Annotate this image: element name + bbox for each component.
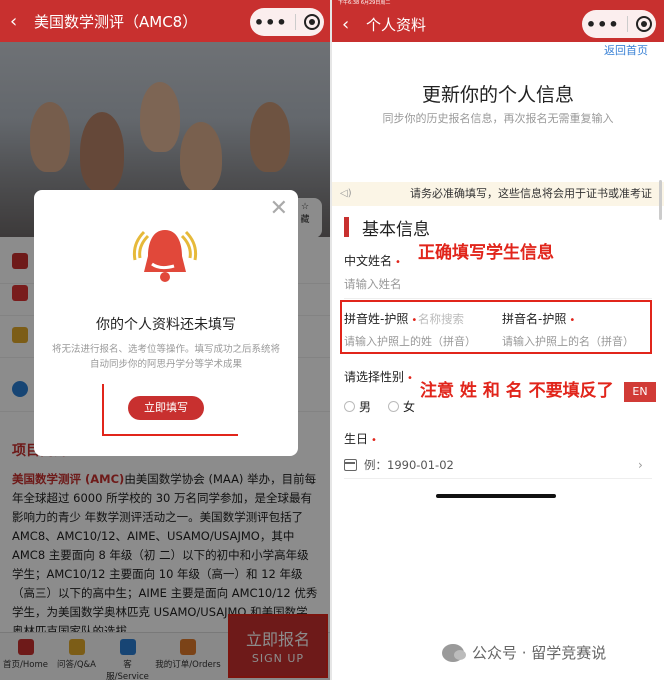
- right-page-title: 个人资料: [366, 15, 427, 34]
- required-mark: •: [371, 435, 377, 446]
- profile-subheading: 同步你的历史报名信息，再次报名无需重复输入: [382, 112, 614, 125]
- chinese-name-label: 中文姓名 •: [344, 252, 401, 269]
- close-icon[interactable]: ✕: [270, 196, 288, 221]
- scrollbar[interactable]: [659, 180, 662, 220]
- required-mark: •: [395, 257, 401, 268]
- birthday-input[interactable]: 例：1990-01-02: [364, 457, 454, 473]
- section-accent-bar: [344, 217, 349, 237]
- modal-heading: 你的个人资料还未填写: [96, 317, 236, 333]
- notice-text: 请务必准确填写，这些信息将会用于证书或准考证: [410, 187, 652, 200]
- chevron-right-icon: ›: [638, 458, 643, 472]
- pinyin-surname-label: 拼音姓-护照 •: [344, 310, 417, 327]
- capsule-divider: [627, 16, 629, 32]
- right-nav-bar: ‹ 个人资料 •••: [332, 6, 664, 42]
- notice-banner: ◁) 请务必准确填写，这些信息将会用于证书或准考证: [332, 182, 664, 206]
- wechat-icon: [442, 643, 466, 662]
- profile-heading: 更新你的个人信息: [421, 84, 574, 106]
- speaker-icon: ◁): [340, 188, 352, 199]
- annotation-bracket: [102, 384, 238, 436]
- calendar-icon: [344, 459, 357, 471]
- watermark: 公众号 · 留学竞赛说: [442, 642, 606, 663]
- back-arrow-icon[interactable]: ‹: [342, 14, 360, 35]
- pinyin-surname-input[interactable]: 请输入护照上的姓（拼音）: [344, 333, 476, 349]
- close-miniprogram-icon[interactable]: [636, 16, 653, 32]
- back-arrow-icon[interactable]: ‹: [10, 11, 28, 32]
- annotation-name-order: 注意 姓 和 名 不要填反了: [420, 381, 614, 401]
- more-dots-icon[interactable]: •••: [586, 15, 620, 34]
- gender-label: 请选择性别 •: [344, 368, 413, 385]
- modal-description: 将无法进行报名、选考位等操作。填写成功之后系统将自动同步你的阿思丹学分等学术成果: [51, 344, 280, 370]
- capsule-divider: [295, 14, 297, 30]
- pinyin-surname-label-text: 拼音姓-护照: [344, 312, 409, 326]
- pinyin-given-label-text: 拼音名-护照: [502, 312, 567, 326]
- mini-program-capsule[interactable]: •••: [582, 10, 656, 38]
- input-underline: [344, 298, 652, 299]
- left-page-title: 美国数学测评（AMC8）: [34, 12, 198, 31]
- gender-option-label: 男: [359, 400, 372, 414]
- right-screen: 下午6:38 6月29日周二 ‹ 个人资料 ••• 返回首页 更新你的个人信息 …: [332, 0, 664, 680]
- gender-option-label: 女: [403, 400, 416, 414]
- radio-circle: [344, 401, 355, 412]
- annotation-correct-info: 正确填写学生信息: [418, 243, 554, 263]
- bell-icon: [132, 230, 198, 282]
- gender-option-female[interactable]: 女: [388, 398, 415, 415]
- chinese-name-label-text: 中文姓名: [344, 254, 393, 268]
- close-miniprogram-icon[interactable]: [304, 14, 321, 30]
- profile-incomplete-modal: ✕ 你的个人资料还未填写 将无法进行报名、选考位等操作。填写成功之后系统将自动同…: [34, 190, 298, 456]
- section-title: 基本信息: [362, 220, 430, 240]
- input-underline: [344, 478, 652, 479]
- chinese-name-input[interactable]: 请输入姓名: [344, 276, 402, 292]
- birthday-label: 生日 •: [344, 430, 377, 447]
- left-nav-bar: ‹ 美国数学测评（AMC8） •••: [0, 0, 330, 42]
- mini-program-capsule[interactable]: •••: [250, 8, 324, 36]
- screenshot-root: ‹ 美国数学测评（AMC8） ••• ☆ 藏 项目简介 美国数学测评 (AMC)…: [0, 0, 664, 680]
- pinyin-given-input[interactable]: 请输入护照上的名（拼音）: [502, 333, 634, 349]
- pinyin-given-label: 拼音名-护照 •: [502, 310, 575, 327]
- left-screen: ‹ 美国数学测评（AMC8） ••• ☆ 藏 项目简介 美国数学测评 (AMC)…: [0, 0, 330, 680]
- required-mark: •: [407, 373, 413, 384]
- more-dots-icon[interactable]: •••: [254, 13, 288, 32]
- name-search-overlay: 名称搜索: [418, 312, 464, 326]
- radio-circle: [388, 401, 399, 412]
- language-toggle-en[interactable]: EN: [624, 382, 656, 402]
- required-mark: •: [411, 315, 418, 326]
- gender-option-male[interactable]: 男: [344, 398, 371, 415]
- home-indicator: [436, 494, 556, 498]
- birthday-label-text: 生日: [344, 432, 369, 446]
- watermark-text: 公众号 · 留学竞赛说: [472, 644, 607, 662]
- required-mark: •: [569, 315, 576, 326]
- gender-label-text: 请选择性别: [344, 370, 405, 384]
- return-home-link[interactable]: 返回首页: [604, 42, 648, 58]
